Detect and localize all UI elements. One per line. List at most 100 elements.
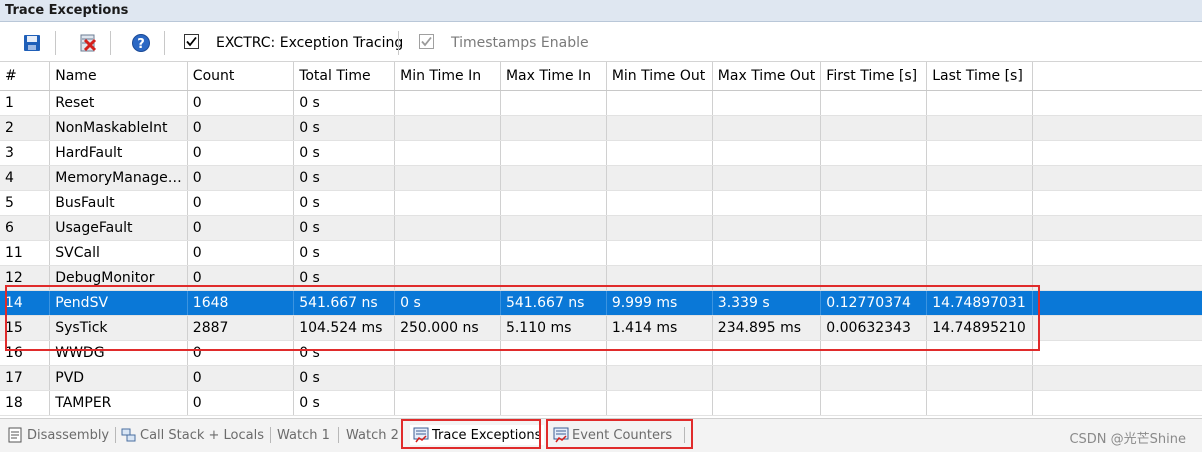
table-row[interactable]: 11 SVCall 0 0 s bbox=[0, 240, 1202, 266]
timestamps-label[interactable]: Timestamps Enable bbox=[451, 35, 589, 51]
cell-min-time-out bbox=[606, 190, 713, 216]
cell-max-time-in bbox=[500, 90, 607, 116]
cell-total-time: 0 s bbox=[293, 90, 396, 116]
column-header-min-time-out[interactable]: Min Time Out bbox=[606, 62, 713, 91]
window-title-bar: Trace Exceptions bbox=[0, 0, 1202, 22]
column-header-max-time-in[interactable]: Max Time In bbox=[500, 62, 607, 91]
cell-max-time-in bbox=[500, 365, 607, 391]
cell-max-time-out bbox=[712, 115, 822, 141]
cell-total-time: 0 s bbox=[293, 215, 396, 241]
cell-min-time-out bbox=[606, 115, 713, 141]
cell-last-time bbox=[926, 390, 1034, 416]
timestamps-checkbox[interactable] bbox=[419, 34, 434, 49]
cell-max-time-in bbox=[500, 190, 607, 216]
table-row[interactable]: 6 UsageFault 0 0 s bbox=[0, 215, 1202, 241]
cell-min-time-out bbox=[606, 90, 713, 116]
cell-max-time-in bbox=[500, 140, 607, 166]
cell-max-time-out bbox=[712, 140, 822, 166]
cell-max-time-out bbox=[712, 365, 822, 391]
column-header-total-time[interactable]: Total Time bbox=[293, 62, 396, 91]
cell-count: 0 bbox=[187, 365, 295, 391]
cell-total-time: 0 s bbox=[293, 140, 396, 166]
table-row[interactable]: 3 HardFault 0 0 s bbox=[0, 140, 1202, 166]
call-stack-icon bbox=[121, 428, 136, 442]
tab-watch-2[interactable]: Watch 2 bbox=[346, 425, 399, 445]
column-header-max-time-out[interactable]: Max Time Out bbox=[712, 62, 822, 91]
help-icon[interactable]: ? bbox=[131, 33, 151, 53]
table-row[interactable]: 17 PVD 0 0 s bbox=[0, 365, 1202, 391]
cell-filler bbox=[1032, 190, 1202, 216]
cell-max-time-out bbox=[712, 240, 822, 266]
exctrc-checkbox[interactable] bbox=[184, 34, 199, 49]
cell-filler bbox=[1032, 340, 1202, 366]
cell-last-time bbox=[926, 240, 1034, 266]
cell-number: 11 bbox=[0, 240, 51, 266]
table-row[interactable]: 4 MemoryManage… 0 0 s bbox=[0, 165, 1202, 191]
tab-label: Call Stack + Locals bbox=[140, 427, 265, 443]
cell-total-time: 0 s bbox=[293, 115, 396, 141]
tab-call-stack-locals[interactable]: Call Stack + Locals bbox=[121, 425, 264, 445]
tab-watch-1[interactable]: Watch 1 bbox=[277, 425, 330, 445]
cell-min-time-in bbox=[394, 390, 501, 416]
table-row[interactable]: 2 NonMaskableInt 0 0 s bbox=[0, 115, 1202, 141]
cell-first-time bbox=[820, 240, 928, 266]
save-icon[interactable] bbox=[22, 33, 42, 53]
cell-max-time-out bbox=[712, 390, 822, 416]
table-row[interactable]: 1 Reset 0 0 s bbox=[0, 90, 1202, 116]
cell-filler bbox=[1032, 165, 1202, 191]
cell-number: 1 bbox=[0, 90, 51, 116]
column-header-name[interactable]: Name bbox=[49, 62, 188, 91]
cell-min-time-in bbox=[394, 365, 501, 391]
disassembly-icon bbox=[8, 427, 22, 443]
cell-name: HardFault bbox=[49, 140, 188, 166]
cell-first-time bbox=[820, 390, 928, 416]
highlight-box-event-tab bbox=[546, 419, 693, 449]
cell-number: 18 bbox=[0, 390, 51, 416]
tab-separator bbox=[115, 427, 116, 443]
cell-name: BusFault bbox=[49, 190, 188, 216]
column-header-count[interactable]: Count bbox=[187, 62, 295, 91]
column-header-min-time-in[interactable]: Min Time In bbox=[394, 62, 501, 91]
cell-last-time bbox=[926, 90, 1034, 116]
cell-max-time-in bbox=[500, 390, 607, 416]
toolbar-separator bbox=[164, 31, 165, 55]
tab-label: Watch 2 bbox=[346, 427, 399, 443]
cell-first-time bbox=[820, 190, 928, 216]
tab-label: Disassembly bbox=[27, 427, 110, 443]
exceptions-table: # Name Count Total Time Min Time In Max … bbox=[0, 62, 1202, 418]
tab-separator bbox=[338, 427, 339, 443]
cell-last-time bbox=[926, 115, 1034, 141]
cell-number: 5 bbox=[0, 190, 51, 216]
table-body: 1 Reset 0 0 s 2 NonMaskableInt 0 0 s 3 HardFault 0… bbox=[0, 90, 1202, 416]
cell-filler bbox=[1032, 390, 1202, 416]
column-header-first-time[interactable]: First Time [s] bbox=[820, 62, 928, 91]
cell-count: 0 bbox=[187, 215, 295, 241]
cell-max-time-in bbox=[500, 240, 607, 266]
column-header-filler bbox=[1032, 62, 1202, 91]
column-header-number[interactable]: # bbox=[0, 62, 51, 91]
cell-name: MemoryManage… bbox=[49, 165, 188, 191]
toolbar-separator bbox=[398, 31, 399, 55]
clear-icon[interactable] bbox=[78, 33, 98, 53]
table-row[interactable]: 5 BusFault 0 0 s bbox=[0, 190, 1202, 216]
cell-last-time bbox=[926, 190, 1034, 216]
toolbar-separator bbox=[110, 31, 111, 55]
svg-text:?: ? bbox=[137, 37, 145, 52]
cell-number: 2 bbox=[0, 115, 51, 141]
cell-min-time-out bbox=[606, 165, 713, 191]
cell-total-time: 0 s bbox=[293, 365, 396, 391]
cell-min-time-out bbox=[606, 390, 713, 416]
watermark: CSDN @光芒Shine bbox=[1069, 432, 1186, 447]
cell-count: 0 bbox=[187, 165, 295, 191]
exctrc-label[interactable]: EXCTRC: Exception Tracing bbox=[216, 35, 403, 51]
toolbar: ? EXCTRC: Exception Tracing Timestamps E… bbox=[0, 22, 1202, 62]
cell-min-time-in bbox=[394, 215, 501, 241]
cell-min-time-in bbox=[394, 165, 501, 191]
tab-disassembly[interactable]: Disassembly bbox=[8, 425, 109, 445]
cell-total-time: 0 s bbox=[293, 190, 396, 216]
table-row[interactable]: 18 TAMPER 0 0 s bbox=[0, 390, 1202, 416]
column-header-last-time[interactable]: Last Time [s] bbox=[926, 62, 1034, 91]
cell-name: Reset bbox=[49, 90, 188, 116]
cell-total-time: 0 s bbox=[293, 240, 396, 266]
cell-last-time bbox=[926, 365, 1034, 391]
